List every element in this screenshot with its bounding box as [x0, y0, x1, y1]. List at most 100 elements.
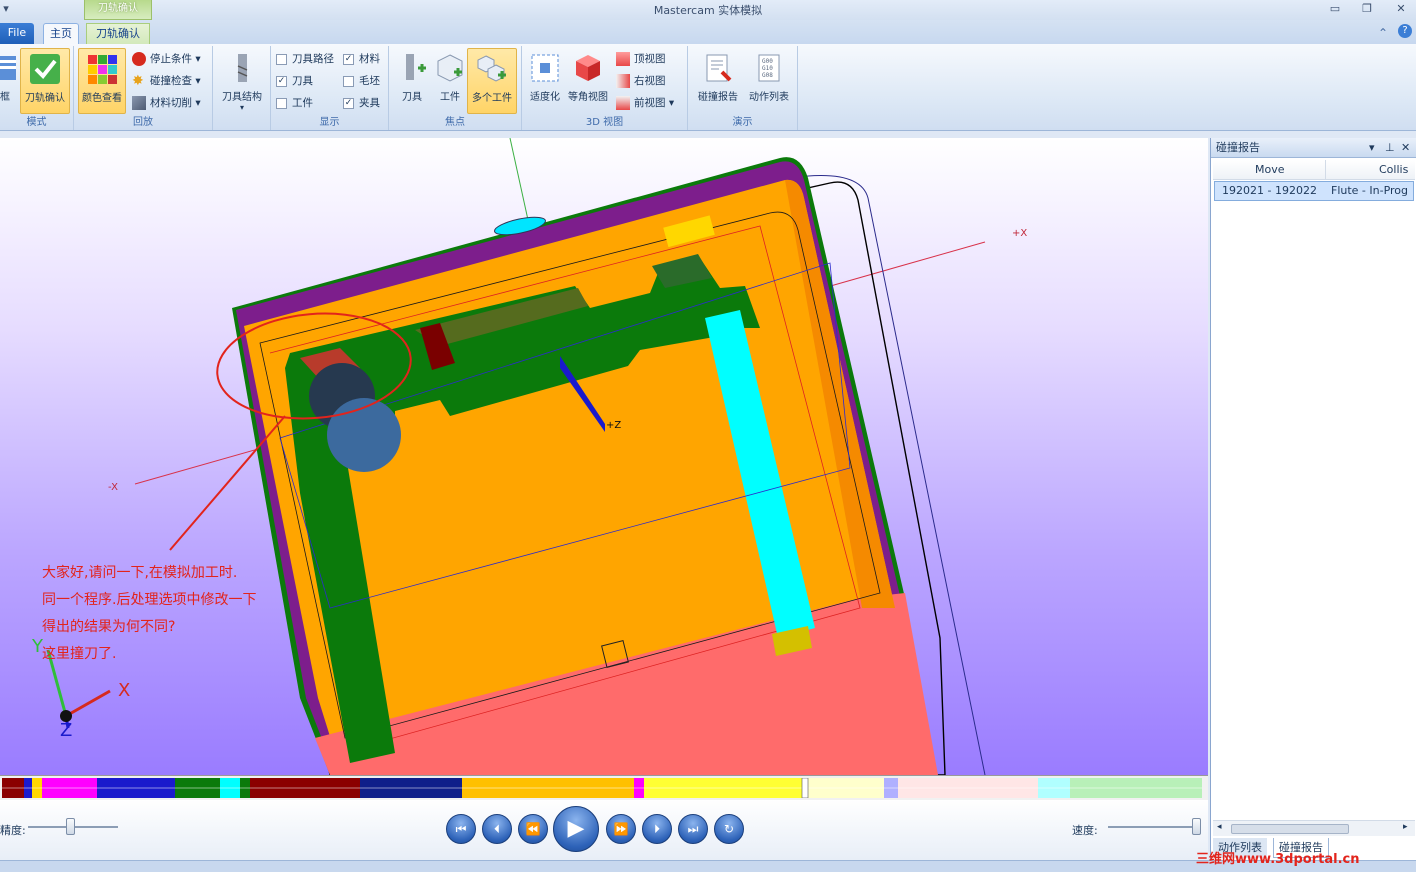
- table-row[interactable]: 192021 - 192022 Flute - In-Prog: [1214, 181, 1414, 201]
- focus-multi-button[interactable]: 多个工件: [467, 48, 517, 114]
- top-view-label: 顶视图: [634, 53, 666, 65]
- pin-icon[interactable]: ⊥: [1385, 138, 1395, 158]
- rewind-button[interactable]: ⏪: [518, 814, 548, 844]
- column-move[interactable]: Move: [1255, 163, 1285, 176]
- frame-button[interactable]: 框: [0, 48, 16, 114]
- speed-slider-thumb[interactable]: [1192, 818, 1201, 835]
- fit-button[interactable]: 适度化: [526, 48, 564, 114]
- loop-button[interactable]: ↻: [714, 814, 744, 844]
- material-checkbox[interactable]: ✓: [343, 53, 354, 65]
- toggle-stock[interactable]: 毛坯: [343, 72, 380, 90]
- group-3d-view: 适度化 等角视图 顶视图 右视图 前视图 ▾ 3D 视图: [522, 46, 688, 130]
- focus-tool-button[interactable]: 刀具: [393, 48, 431, 114]
- toggle-tool[interactable]: ✓ 刀具: [276, 72, 313, 90]
- ribbon-collapse-icon[interactable]: ⌃: [1378, 26, 1388, 40]
- horizontal-scrollbar[interactable]: ◂ ▸: [1213, 820, 1415, 836]
- group-demo: 碰撞报告 G00 G10 G08 动作列表 演示: [688, 46, 798, 130]
- isometric-button[interactable]: 等角视图: [566, 48, 610, 114]
- verify-button[interactable]: 刀轨确认: [20, 48, 70, 114]
- precision-slider-thumb[interactable]: [66, 818, 75, 835]
- row-collision-value: Flute - In-Prog: [1331, 184, 1409, 197]
- triad-z-label: Z: [60, 720, 73, 741]
- fast-forward-button[interactable]: ⏩: [606, 814, 636, 844]
- stock-label: 毛坯: [359, 75, 380, 87]
- color-view-label: 颜色查看: [82, 93, 122, 104]
- tab-home[interactable]: 主页: [43, 23, 79, 44]
- tab-toolpath-verify[interactable]: 刀轨确认: [86, 23, 150, 44]
- precision-slider[interactable]: [28, 818, 118, 835]
- scroll-right-icon[interactable]: ▸: [1403, 822, 1408, 832]
- panel-header: 碰撞报告 ▾ ⊥ ✕: [1211, 138, 1416, 158]
- focus-workpiece-button[interactable]: 工件: [431, 48, 469, 114]
- annotation-line-3: 得出的结果为何不同?: [42, 619, 176, 635]
- toggle-material[interactable]: ✓ 材料: [343, 50, 380, 68]
- collision-check-button[interactable]: ✸ 碰撞检查 ▾: [132, 72, 201, 90]
- tool-label: 刀具: [292, 75, 313, 87]
- first-button[interactable]: ⏮: [446, 814, 476, 844]
- action-list-button[interactable]: G00 G10 G08 动作列表: [744, 48, 794, 114]
- material-cut-button[interactable]: 材料切削 ▾: [132, 94, 201, 112]
- play-button[interactable]: ▶: [553, 806, 599, 852]
- tool-checkbox[interactable]: ✓: [276, 75, 287, 87]
- stop-icon: [132, 52, 146, 66]
- end-mill-icon: [237, 54, 248, 82]
- last-button[interactable]: ⏭: [678, 814, 708, 844]
- workpiece-focus-icon: [437, 54, 463, 82]
- playback-controls: 精度: ⏮ ⏴ ⏪ ▶ ⏩ ⏵ ⏭ ↻ 速度:: [0, 800, 1208, 860]
- close-icon[interactable]: ✕: [1390, 1, 1412, 17]
- top-view-button[interactable]: 顶视图: [616, 50, 666, 68]
- top-view-icon: [616, 52, 630, 66]
- toggle-toolpath[interactable]: 刀具路径: [276, 50, 334, 68]
- verify-label: 刀轨确认: [25, 93, 65, 104]
- column-collision[interactable]: Collis: [1379, 163, 1408, 176]
- workpiece-checkbox[interactable]: [276, 97, 287, 109]
- toggle-fixture[interactable]: ✓ 夹具: [343, 94, 380, 112]
- tab-file[interactable]: File: [0, 23, 34, 44]
- multi-workpiece-icon: [477, 55, 506, 82]
- isometric-cube-icon: [576, 55, 600, 81]
- tool-focus-icon: [406, 54, 426, 80]
- stop-conditions-button[interactable]: 停止条件 ▾: [132, 50, 201, 68]
- action-list-label: 动作列表: [749, 92, 789, 103]
- annotation-line-2: 同一个程序.后处理选项中修改一下: [42, 592, 257, 608]
- simulation-viewport[interactable]: +X -X +Z X Y Z 大家好,请问一下,在模拟加工时. 同一个程序.后处…: [0, 138, 1208, 775]
- previous-button[interactable]: ⏴: [482, 814, 512, 844]
- plus-x-label: +X: [1012, 228, 1028, 239]
- stock-checkbox[interactable]: [343, 75, 354, 87]
- help-icon[interactable]: ?: [1398, 24, 1412, 38]
- focus-workpiece-label: 工件: [440, 92, 460, 103]
- isometric-label: 等角视图: [568, 92, 608, 103]
- focus-multi-label: 多个工件: [472, 93, 512, 104]
- panel-menu-icon[interactable]: ▾: [1369, 138, 1375, 158]
- scroll-left-icon[interactable]: ◂: [1217, 822, 1222, 832]
- toolpath-checkbox[interactable]: [276, 53, 287, 65]
- tool-structure-button[interactable]: 刀具结构 ▾: [217, 48, 267, 114]
- panel-close-icon[interactable]: ✕: [1401, 138, 1410, 158]
- frame-label: 框: [0, 92, 10, 103]
- group-playback: 颜色查看 停止条件 ▾ ✸ 碰撞检查 ▾ 材料切削 ▾ 回放: [74, 46, 213, 130]
- play-icon: ▶: [567, 816, 585, 841]
- front-view-button[interactable]: 前视图 ▾: [616, 94, 674, 112]
- toggle-workpiece[interactable]: 工件: [276, 94, 313, 112]
- timeline-color-strip[interactable]: [2, 778, 1202, 798]
- report-column-header: Move Collis: [1213, 160, 1415, 180]
- column-divider[interactable]: [1325, 160, 1326, 180]
- collision-report-button[interactable]: 碰撞报告: [692, 48, 744, 114]
- step-back-icon: ⏴: [493, 822, 500, 836]
- color-view-button[interactable]: 颜色查看: [78, 48, 126, 114]
- title-bar: Mastercam 实体模拟 刀轨确认 ▾ ▭ ❐ ✕: [0, 0, 1416, 20]
- svg-text:G08: G08: [762, 72, 773, 79]
- next-button[interactable]: ⏵: [642, 814, 672, 844]
- restore-icon[interactable]: ❐: [1356, 1, 1378, 17]
- svg-text:G10: G10: [762, 65, 773, 72]
- minimize-icon[interactable]: ▭: [1324, 1, 1346, 17]
- fixture-checkbox[interactable]: ✓: [343, 97, 354, 109]
- scrollbar-thumb[interactable]: [1231, 824, 1349, 834]
- quick-access-icon[interactable]: ▾: [0, 1, 12, 17]
- mastercam-window: Mastercam 实体模拟 刀轨确认 ▾ ▭ ❐ ✕ File 主页 刀轨确认…: [0, 0, 1416, 872]
- right-view-button[interactable]: 右视图: [616, 72, 666, 90]
- group-mode: 框 刀轨确认 模式: [0, 46, 74, 130]
- group-3d-view-label: 3D 视图: [585, 117, 624, 128]
- speed-slider[interactable]: [1108, 818, 1201, 835]
- operation-timeline[interactable]: [0, 775, 1208, 800]
